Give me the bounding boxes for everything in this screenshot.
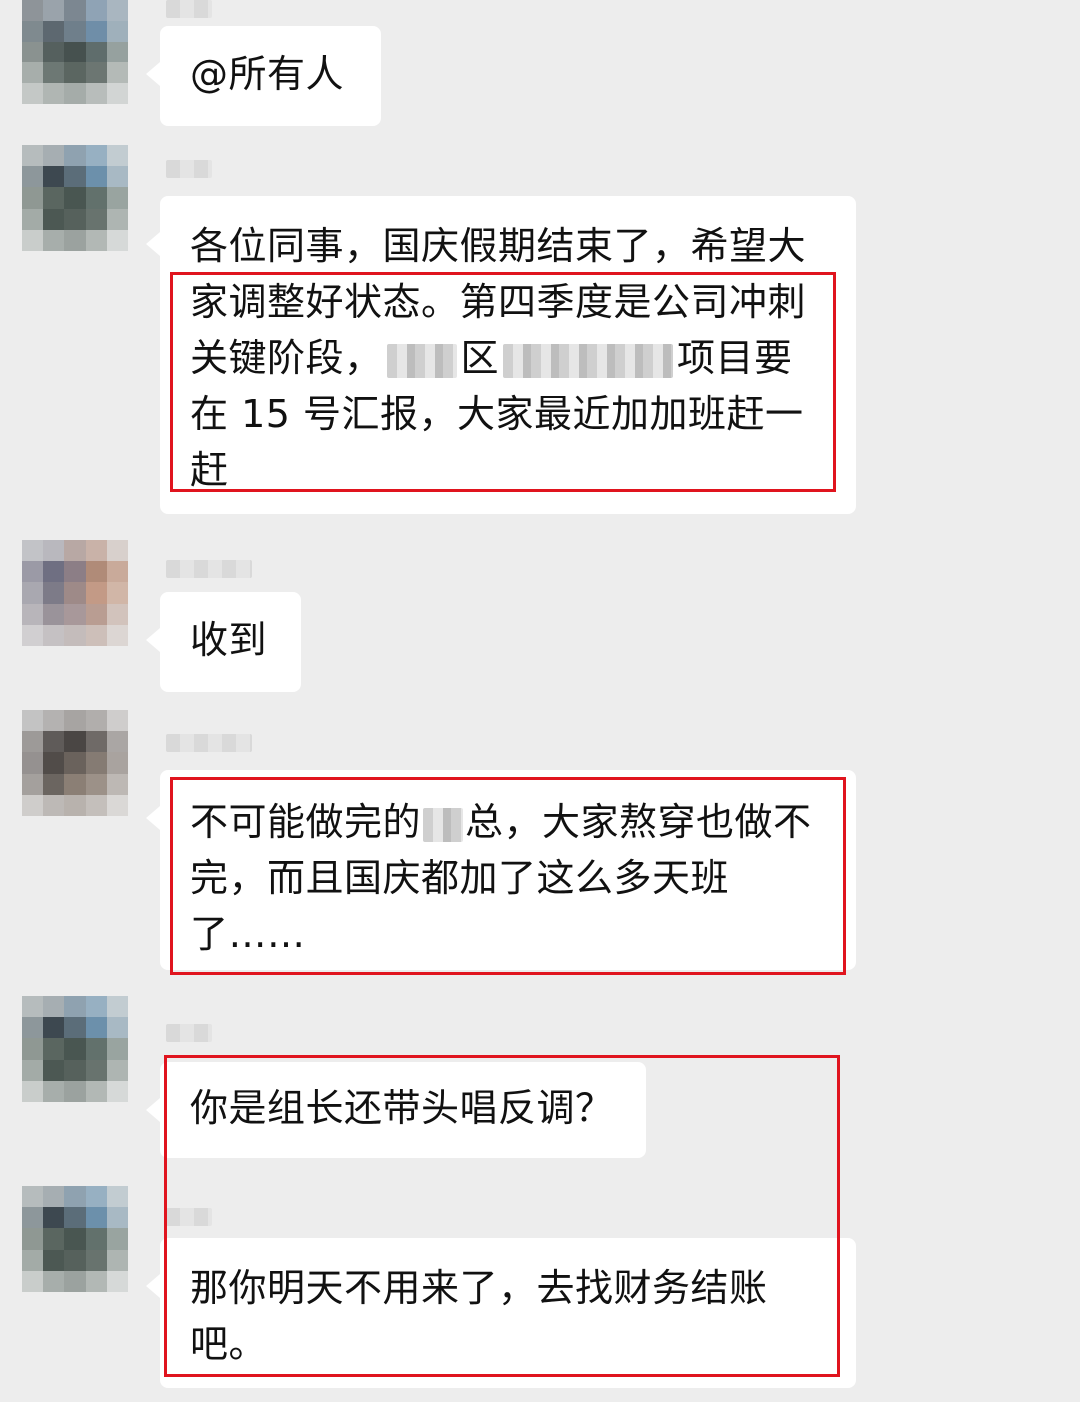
message-line: 各位同事，国庆假期结束了，希望大 bbox=[190, 224, 807, 268]
redacted-text bbox=[386, 343, 457, 378]
avatar[interactable] bbox=[22, 540, 128, 646]
sender-name bbox=[166, 1208, 212, 1226]
message-bubble[interactable]: 你是组长还带头唱反调？ bbox=[146, 1062, 646, 1158]
message-bubble[interactable]: 收到 bbox=[146, 592, 301, 692]
message-line: 那你明天不用来了，去找财务结账 bbox=[190, 1266, 768, 1310]
sender-name bbox=[166, 560, 252, 578]
message-text-segment: 总，大家熬穿也做不 bbox=[465, 800, 812, 844]
message-bubble[interactable]: 各位同事，国庆假期结束了，希望大 家调整好状态。第四季度是公司冲刺 关键阶段， 区… bbox=[146, 196, 856, 514]
message-line: 关键阶段， 区 项目要 bbox=[190, 330, 826, 386]
message-text: 你是组长还带头唱反调？ bbox=[190, 1086, 614, 1130]
sender-name bbox=[166, 160, 212, 178]
message-bubble[interactable]: @所有人 bbox=[146, 26, 381, 126]
sender-name bbox=[166, 1024, 212, 1042]
redacted-text bbox=[503, 343, 674, 378]
avatar[interactable] bbox=[22, 0, 128, 104]
message-line: 了…… bbox=[190, 912, 306, 956]
avatar[interactable] bbox=[22, 145, 128, 251]
message-line: 赶 bbox=[190, 448, 229, 492]
sender-name bbox=[166, 0, 212, 18]
message-text: 收到 bbox=[190, 618, 268, 662]
message-bubble[interactable]: 那你明天不用来了，去找财务结账 吧。 bbox=[146, 1238, 856, 1388]
message-line: 家调整好状态。第四季度是公司冲刺 bbox=[190, 280, 807, 324]
message-line: 在 15 号汇报，大家最近加加班赶一 bbox=[190, 392, 804, 436]
message-text: @所有人 bbox=[190, 52, 345, 96]
message-text-segment: 区 bbox=[460, 336, 500, 380]
message-line: 吧。 bbox=[190, 1322, 268, 1366]
message-line: 完，而且国庆都加了这么多天班 bbox=[190, 856, 730, 900]
sender-name bbox=[166, 734, 252, 752]
message-text-segment: 不可能做完的 bbox=[190, 800, 422, 844]
avatar[interactable] bbox=[22, 1186, 128, 1292]
message-text-segment: 关键阶段， bbox=[190, 336, 383, 380]
message-bubble[interactable]: 不可能做完的 总，大家熬穿也做不 完，而且国庆都加了这么多天班 了…… bbox=[146, 770, 856, 970]
message-line: 不可能做完的 总，大家熬穿也做不 bbox=[190, 794, 826, 850]
avatar[interactable] bbox=[22, 996, 128, 1102]
avatar[interactable] bbox=[22, 710, 128, 816]
message-text-segment: 项目要 bbox=[677, 336, 793, 380]
redacted-text bbox=[423, 807, 464, 842]
